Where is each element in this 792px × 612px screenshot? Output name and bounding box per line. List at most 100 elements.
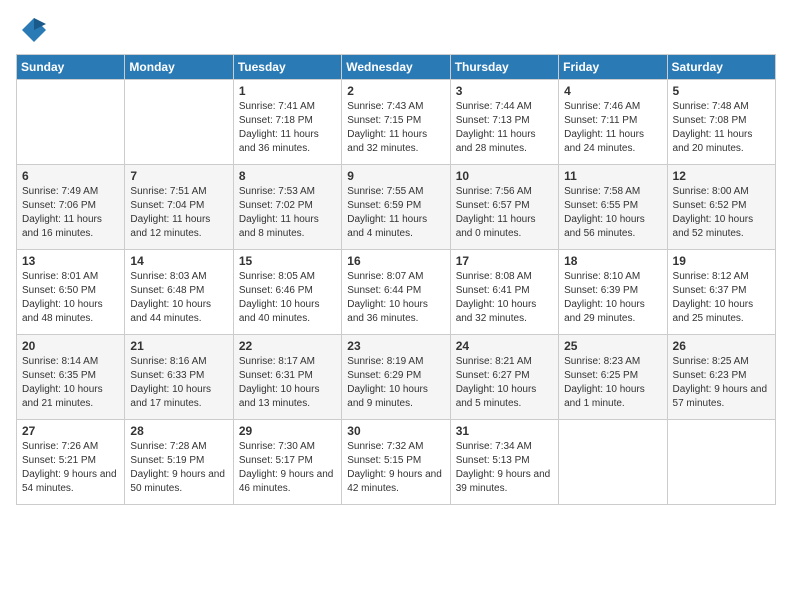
- day-info: Sunrise: 7:56 AMSunset: 6:57 PMDaylight:…: [456, 185, 553, 241]
- sunset-text: Sunset: 6:55 PM: [564, 199, 661, 213]
- sunset-text: Sunset: 6:33 PM: [130, 369, 227, 383]
- day-number: 17: [456, 254, 553, 268]
- day-number: 31: [456, 424, 553, 438]
- col-header-saturday: Saturday: [667, 55, 775, 80]
- sunrise-text: Sunrise: 8:12 AM: [673, 270, 770, 284]
- day-number: 2: [347, 84, 444, 98]
- sunrise-text: Sunrise: 7:46 AM: [564, 100, 661, 114]
- day-info: Sunrise: 7:26 AMSunset: 5:21 PMDaylight:…: [22, 440, 119, 496]
- sunrise-text: Sunrise: 7:48 AM: [673, 100, 770, 114]
- day-info: Sunrise: 8:23 AMSunset: 6:25 PMDaylight:…: [564, 355, 661, 411]
- sunset-text: Sunset: 5:15 PM: [347, 454, 444, 468]
- daylight-text: Daylight: 10 hours and 48 minutes.: [22, 298, 119, 326]
- sunrise-text: Sunrise: 8:08 AM: [456, 270, 553, 284]
- day-cell: 5Sunrise: 7:48 AMSunset: 7:08 PMDaylight…: [667, 80, 775, 165]
- sunset-text: Sunset: 6:25 PM: [564, 369, 661, 383]
- daylight-text: Daylight: 9 hours and 39 minutes.: [456, 468, 553, 496]
- sunrise-text: Sunrise: 8:07 AM: [347, 270, 444, 284]
- daylight-text: Daylight: 9 hours and 46 minutes.: [239, 468, 336, 496]
- sunset-text: Sunset: 6:27 PM: [456, 369, 553, 383]
- day-number: 11: [564, 169, 661, 183]
- day-info: Sunrise: 7:48 AMSunset: 7:08 PMDaylight:…: [673, 100, 770, 156]
- day-cell: 15 Sunrise: 8:05 AMSunset: 6:46 PMDayligh…: [233, 250, 341, 335]
- day-cell: [667, 420, 775, 505]
- sunset-text: Sunset: 6:37 PM: [673, 284, 770, 298]
- page-header: [16, 16, 776, 44]
- day-cell: 9Sunrise: 7:55 AMSunset: 6:59 PMDaylight…: [342, 165, 450, 250]
- sunset-text: Sunset: 5:21 PM: [22, 454, 119, 468]
- day-cell: 18Sunrise: 8:10 AMSunset: 6:39 PMDayligh…: [559, 250, 667, 335]
- sunrise-text: Sunrise: 7:49 AM: [22, 185, 119, 199]
- daylight-text: Daylight: 10 hours and 40 minutes.: [239, 298, 336, 326]
- day-info: Sunrise: 8:10 AMSunset: 6:39 PMDaylight:…: [564, 270, 661, 326]
- day-number: 23: [347, 339, 444, 353]
- day-info: Sunrise: 8:17 AMSunset: 6:31 PMDaylight:…: [239, 355, 336, 411]
- col-header-thursday: Thursday: [450, 55, 558, 80]
- day-info: Sunrise: 7:58 AMSunset: 6:55 PMDaylight:…: [564, 185, 661, 241]
- sunrise-text: Sunrise: 8:17 AM: [239, 355, 336, 369]
- sunset-text: Sunset: 5:17 PM: [239, 454, 336, 468]
- day-cell: 23Sunrise: 8:19 AMSunset: 6:29 PMDayligh…: [342, 335, 450, 420]
- day-number: 16: [347, 254, 444, 268]
- day-cell: 29 Sunrise: 7:30 AMSunset: 5:17 PMDayligh…: [233, 420, 341, 505]
- sunset-text: Sunset: 6:52 PM: [673, 199, 770, 213]
- week-row-2: 13Sunrise: 8:01 AMSunset: 6:50 PMDayligh…: [17, 250, 776, 335]
- sunrise-text: Sunrise: 7:30 AM: [239, 440, 336, 454]
- day-cell: 4Sunrise: 7:46 AMSunset: 7:11 PMDaylight…: [559, 80, 667, 165]
- day-info: Sunrise: 8:00 AMSunset: 6:52 PMDaylight:…: [673, 185, 770, 241]
- sunrise-text: Sunrise: 7:26 AM: [22, 440, 119, 454]
- day-info: Sunrise: 8:16 AMSunset: 6:33 PMDaylight:…: [130, 355, 227, 411]
- day-number: 20: [22, 339, 119, 353]
- day-number: 9: [347, 169, 444, 183]
- sunset-text: Sunset: 7:18 PM: [239, 114, 336, 128]
- daylight-text: Daylight: 10 hours and 36 minutes.: [347, 298, 444, 326]
- col-header-monday: Monday: [125, 55, 233, 80]
- daylight-text: Daylight: 11 hours and 0 minutes.: [456, 213, 553, 241]
- week-row-0: 1Sunrise: 7:41 AMSunset: 7:18 PMDaylight…: [17, 80, 776, 165]
- day-info: Sunrise: 7:46 AMSunset: 7:11 PMDaylight:…: [564, 100, 661, 156]
- day-number: 3: [456, 84, 553, 98]
- day-info: Sunrise: 8:07 AMSunset: 6:44 PMDaylight:…: [347, 270, 444, 326]
- day-number: 10: [456, 169, 553, 183]
- day-cell: 6Sunrise: 7:49 AMSunset: 7:06 PMDaylight…: [17, 165, 125, 250]
- day-info: Sunrise: 7:41 AMSunset: 7:18 PMDaylight:…: [239, 100, 336, 156]
- day-info: Sunrise: 7:51 AMSunset: 7:04 PMDaylight:…: [130, 185, 227, 241]
- day-info: Sunrise: 7:28 AMSunset: 5:19 PMDaylight:…: [130, 440, 227, 496]
- day-cell: 28Sunrise: 7:28 AMSunset: 5:19 PMDayligh…: [125, 420, 233, 505]
- sunset-text: Sunset: 6:59 PM: [347, 199, 444, 213]
- col-header-friday: Friday: [559, 55, 667, 80]
- day-number: 15: [239, 254, 336, 268]
- day-info: Sunrise: 8:25 AMSunset: 6:23 PMDaylight:…: [673, 355, 770, 411]
- daylight-text: Daylight: 9 hours and 54 minutes.: [22, 468, 119, 496]
- daylight-text: Daylight: 11 hours and 12 minutes.: [130, 213, 227, 241]
- day-info: Sunrise: 7:43 AMSunset: 7:15 PMDaylight:…: [347, 100, 444, 156]
- day-info: Sunrise: 8:05 AMSunset: 6:46 PMDaylight:…: [239, 270, 336, 326]
- day-number: 29: [239, 424, 336, 438]
- col-header-sunday: Sunday: [17, 55, 125, 80]
- day-info: Sunrise: 7:34 AMSunset: 5:13 PMDaylight:…: [456, 440, 553, 496]
- calendar-table: SundayMondayTuesdayWednesdayThursdayFrid…: [16, 54, 776, 505]
- daylight-text: Daylight: 11 hours and 28 minutes.: [456, 128, 553, 156]
- sunset-text: Sunset: 7:04 PM: [130, 199, 227, 213]
- sunset-text: Sunset: 6:31 PM: [239, 369, 336, 383]
- day-number: 27: [22, 424, 119, 438]
- day-info: Sunrise: 8:14 AMSunset: 6:35 PMDaylight:…: [22, 355, 119, 411]
- daylight-text: Daylight: 11 hours and 16 minutes.: [22, 213, 119, 241]
- day-cell: 17Sunrise: 8:08 AMSunset: 6:41 PMDayligh…: [450, 250, 558, 335]
- day-info: Sunrise: 7:53 AMSunset: 7:02 PMDaylight:…: [239, 185, 336, 241]
- sunrise-text: Sunrise: 7:44 AM: [456, 100, 553, 114]
- sunrise-text: Sunrise: 8:16 AM: [130, 355, 227, 369]
- day-cell: 26Sunrise: 8:25 AMSunset: 6:23 PMDayligh…: [667, 335, 775, 420]
- day-number: 22: [239, 339, 336, 353]
- daylight-text: Daylight: 11 hours and 4 minutes.: [347, 213, 444, 241]
- day-number: 6: [22, 169, 119, 183]
- sunrise-text: Sunrise: 7:41 AM: [239, 100, 336, 114]
- day-number: 14: [130, 254, 227, 268]
- sunrise-text: Sunrise: 7:56 AM: [456, 185, 553, 199]
- day-number: 19: [673, 254, 770, 268]
- sunset-text: Sunset: 7:11 PM: [564, 114, 661, 128]
- day-cell: 1Sunrise: 7:41 AMSunset: 7:18 PMDaylight…: [233, 80, 341, 165]
- sunset-text: Sunset: 6:41 PM: [456, 284, 553, 298]
- sunset-text: Sunset: 5:13 PM: [456, 454, 553, 468]
- daylight-text: Daylight: 9 hours and 42 minutes.: [347, 468, 444, 496]
